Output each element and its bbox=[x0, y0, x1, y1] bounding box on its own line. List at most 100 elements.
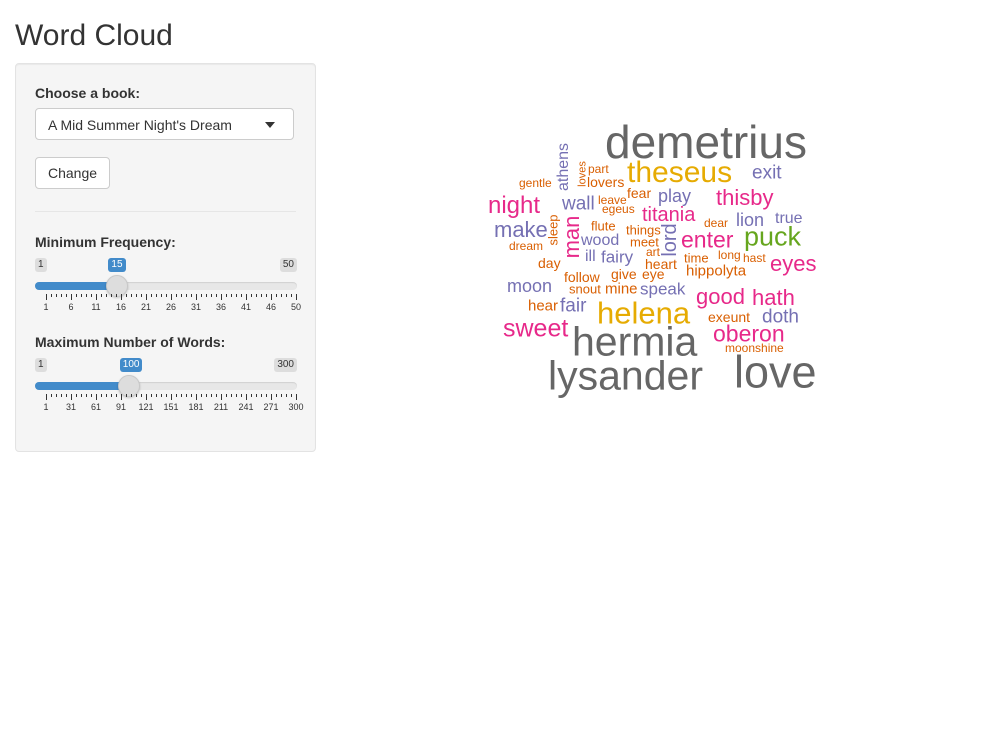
slider-minor-tick bbox=[116, 294, 117, 297]
max-words-min-badge: 1 bbox=[35, 358, 47, 372]
slider-minor-tick bbox=[106, 394, 107, 397]
slider-minor-tick bbox=[286, 394, 287, 397]
min-frequency-value-badge: 15 bbox=[108, 258, 126, 272]
slider-tick bbox=[96, 294, 97, 300]
slider-minor-tick bbox=[216, 394, 217, 397]
slider-minor-tick bbox=[211, 394, 212, 397]
slider-minor-tick bbox=[156, 294, 157, 297]
slider-tick bbox=[146, 394, 147, 400]
slider-tick bbox=[46, 294, 47, 300]
slider-tick-label: 36 bbox=[215, 302, 227, 312]
slider-minor-tick bbox=[91, 294, 92, 297]
slider-tick bbox=[196, 294, 197, 300]
min-frequency-track[interactable] bbox=[35, 275, 297, 297]
slider-minor-tick bbox=[131, 294, 132, 297]
slider-tick bbox=[171, 294, 172, 300]
cloud-word: fairy bbox=[601, 247, 634, 267]
slider-tick-label: 271 bbox=[263, 402, 279, 412]
min-frequency-slider[interactable]: 1 50 15 1 6 11 16 21 26 31 36 41 46 50 bbox=[35, 258, 301, 318]
slider-tick-label: 91 bbox=[115, 402, 127, 412]
slider-tick-label: 16 bbox=[115, 302, 127, 312]
slider-minor-tick bbox=[266, 294, 267, 297]
slider-minor-tick bbox=[236, 394, 237, 397]
book-select[interactable]: A Mid Summer Night's Dream bbox=[35, 108, 294, 140]
min-frequency-label: Minimum Frequency: bbox=[35, 234, 176, 250]
min-frequency-fill bbox=[35, 282, 118, 290]
cloud-word: flute bbox=[591, 218, 616, 234]
max-words-label: Maximum Number of Words: bbox=[35, 334, 226, 350]
divider bbox=[35, 211, 296, 212]
slider-minor-tick bbox=[261, 394, 262, 397]
slider-minor-tick bbox=[76, 394, 77, 397]
slider-minor-tick bbox=[241, 394, 242, 397]
max-words-slider[interactable]: 1 300 100 1 31 61 91 121 151 181 211 241 271 300 bbox=[35, 358, 304, 418]
cloud-word: hear bbox=[528, 297, 559, 315]
cloud-word: hast bbox=[743, 251, 766, 265]
max-words-value-badge: 100 bbox=[119, 358, 143, 372]
page-title: Word Cloud bbox=[15, 19, 173, 52]
cloud-word: long bbox=[718, 248, 741, 262]
slider-tick bbox=[121, 294, 122, 300]
slider-tick-label: 31 bbox=[65, 402, 77, 412]
slider-minor-tick bbox=[136, 294, 137, 297]
slider-tick-label: 61 bbox=[90, 402, 102, 412]
slider-tick-label: 241 bbox=[238, 402, 254, 412]
slider-minor-tick bbox=[191, 394, 192, 397]
cloud-word: eyes bbox=[770, 251, 817, 276]
slider-minor-tick bbox=[66, 394, 67, 397]
slider-minor-tick bbox=[161, 394, 162, 397]
cloud-word: dream bbox=[509, 239, 544, 253]
cloud-word: thisby bbox=[716, 185, 774, 210]
slider-minor-tick bbox=[106, 294, 107, 297]
slider-minor-tick bbox=[136, 394, 137, 397]
slider-minor-tick bbox=[51, 294, 52, 297]
slider-minor-tick bbox=[256, 394, 257, 397]
slider-minor-tick bbox=[126, 294, 127, 297]
max-words-max-badge: 300 bbox=[274, 358, 297, 372]
slider-minor-tick bbox=[116, 394, 117, 397]
min-frequency-min-badge: 1 bbox=[35, 258, 47, 272]
slider-tick bbox=[71, 394, 72, 400]
slider-minor-tick bbox=[176, 394, 177, 397]
slider-minor-tick bbox=[176, 294, 177, 297]
slider-minor-tick bbox=[286, 294, 287, 297]
cloud-word: hippolyta bbox=[686, 262, 747, 280]
slider-tick bbox=[171, 394, 172, 400]
cloud-word: mine bbox=[605, 280, 638, 298]
slider-tick bbox=[146, 294, 147, 300]
slider-minor-tick bbox=[61, 394, 62, 397]
chevron-down-icon bbox=[265, 122, 275, 128]
cloud-word: theseus bbox=[627, 156, 733, 189]
slider-tick-label: 11 bbox=[91, 302, 101, 312]
slider-minor-tick bbox=[231, 394, 232, 397]
slider-tick bbox=[46, 394, 47, 400]
slider-minor-tick bbox=[151, 394, 152, 397]
slider-minor-tick bbox=[111, 294, 112, 297]
max-words-track[interactable] bbox=[35, 375, 297, 397]
change-button[interactable]: Change bbox=[35, 157, 110, 189]
cloud-word: ill bbox=[585, 248, 596, 265]
cloud-word: puck bbox=[744, 221, 802, 252]
slider-minor-tick bbox=[91, 394, 92, 397]
slider-minor-tick bbox=[251, 394, 252, 397]
slider-minor-tick bbox=[201, 394, 202, 397]
slider-minor-tick bbox=[56, 294, 57, 297]
slider-minor-tick bbox=[281, 294, 282, 297]
slider-tick-label: 1 bbox=[43, 402, 49, 412]
cloud-word: fear bbox=[627, 185, 652, 201]
cloud-word: love bbox=[734, 346, 817, 398]
slider-tick bbox=[96, 394, 97, 400]
slider-minor-tick bbox=[276, 294, 277, 297]
slider-minor-tick bbox=[131, 394, 132, 397]
slider-minor-tick bbox=[81, 294, 82, 297]
slider-minor-tick bbox=[56, 394, 57, 397]
cloud-word: snout bbox=[569, 281, 601, 297]
sidebar-panel: Choose a book: A Mid Summer Night's Drea… bbox=[15, 63, 316, 452]
slider-minor-tick bbox=[86, 394, 87, 397]
slider-tick bbox=[221, 394, 222, 400]
slider-minor-tick bbox=[51, 394, 52, 397]
slider-minor-tick bbox=[276, 394, 277, 397]
slider-minor-tick bbox=[216, 294, 217, 297]
slider-tick-label: 41 bbox=[240, 302, 252, 312]
slider-minor-tick bbox=[231, 294, 232, 297]
